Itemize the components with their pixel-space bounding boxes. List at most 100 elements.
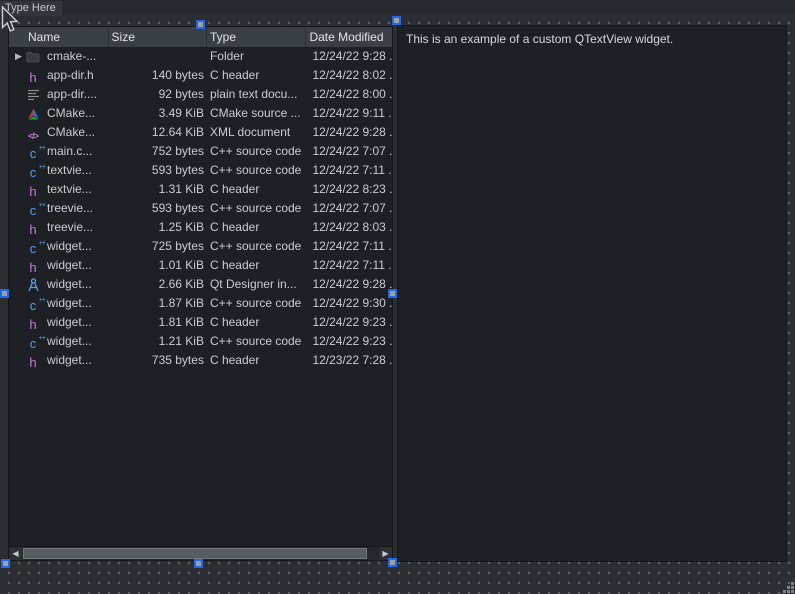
file-name-cell[interactable]: c++widget...	[9, 294, 108, 313]
file-name-cell[interactable]: happ-dir.h	[9, 66, 108, 85]
file-type-cell: C++ source code	[207, 294, 306, 313]
file-name: textvie...	[47, 161, 92, 180]
selection-handle-bottom-left[interactable]	[1, 559, 10, 568]
file-name-cell[interactable]: htreevie...	[9, 218, 108, 237]
file-type-cell: C++ source code	[207, 161, 306, 180]
table-row[interactable]: app-dir....92 bytesplain text docu...12/…	[9, 85, 392, 104]
table-row[interactable]: widget...2.66 KiBQt Designer in...12/24/…	[9, 275, 392, 294]
table-row[interactable]: happ-dir.h140 bytesC header12/24/22 8:02…	[9, 66, 392, 85]
table-row[interactable]: hwidget...1.01 KiBC header12/24/22 7:11 …	[9, 256, 392, 275]
file-date-cell: 12/24/22 7:11 .	[306, 256, 392, 275]
selection-handle-bottom-right[interactable]	[388, 558, 397, 567]
file-type-cell: Folder	[207, 47, 306, 66]
table-row[interactable]: c++treevie...593 bytesC++ source code12/…	[9, 199, 392, 218]
table-row[interactable]: htreevie...1.25 KiBC header12/24/22 8:03…	[9, 218, 392, 237]
file-name-cell[interactable]: hwidget...	[9, 256, 108, 275]
column-header-date-modified[interactable]: Date Modified	[306, 27, 392, 47]
file-size-cell: 1.21 KiB	[108, 332, 206, 351]
horizontal-scrollbar[interactable]: ◀ ▶	[9, 546, 392, 560]
xml-icon: </>	[28, 131, 38, 141]
file-type-cell: C++ source code	[207, 237, 306, 256]
folder-icon	[26, 51, 40, 63]
file-date-cell: 12/24/22 9:28 .	[306, 123, 392, 142]
column-header-name[interactable]: Name	[9, 27, 109, 47]
file-size-cell: 3.49 KiB	[108, 104, 206, 123]
table-row[interactable]: c++textvie...593 bytesC++ source code12/…	[9, 161, 392, 180]
scroll-left-button[interactable]: ◀	[9, 547, 22, 560]
file-size-cell: 735 bytes	[108, 351, 206, 370]
selection-handle-top-middle[interactable]	[196, 20, 205, 29]
c-header-icon: h	[29, 355, 36, 370]
file-name-cell[interactable]: c++textvie...	[9, 161, 108, 180]
file-name: textvie...	[47, 180, 92, 199]
file-name-cell[interactable]: c++widget...	[9, 332, 108, 351]
file-name-cell[interactable]: </>CMake...	[9, 123, 108, 142]
file-name-cell[interactable]: c++main.c...	[9, 142, 108, 161]
table-row[interactable]: h widget... 1.81 KiBC header12/24/22 9:23 …	[9, 313, 392, 332]
file-date-cell: 12/24/22 9:23 .	[306, 332, 392, 351]
file-size-cell: 2.66 KiB	[108, 275, 206, 294]
file-type-cell: C header	[207, 180, 306, 199]
file-name: app-dir.h	[47, 66, 94, 85]
file-name: app-dir....	[47, 85, 97, 104]
form-canvas[interactable]: Name Size Type Date Modified ▶ cmake-... F…	[0, 15, 795, 594]
selection-handle-right-middle[interactable]	[388, 289, 397, 298]
selection-handle-left-middle[interactable]	[0, 289, 9, 298]
file-date-cell: 12/24/22 9:23 .	[306, 313, 392, 332]
file-name: widget...	[47, 313, 92, 332]
file-name-cell[interactable]: CMake...	[9, 104, 108, 123]
file-size-cell: 752 bytes	[108, 142, 206, 161]
column-header-type[interactable]: Type	[207, 27, 306, 47]
file-name-cell[interactable]: app-dir....	[9, 85, 108, 104]
scrollbar-thumb[interactable]	[23, 548, 367, 559]
file-type-cell: C header	[207, 313, 306, 332]
file-type-cell: C++ source code	[207, 199, 306, 218]
text-view-widget[interactable]: This is an example of a custom QTextView…	[397, 25, 787, 562]
size-grip-icon[interactable]	[781, 580, 794, 593]
c-header-icon: h	[29, 184, 36, 199]
file-name: cmake-...	[47, 47, 96, 66]
file-type-cell: plain text docu...	[207, 85, 306, 104]
table-row[interactable]: htextvie...1.31 KiBC header12/24/22 8:23…	[9, 180, 392, 199]
column-header-size[interactable]: Size	[109, 27, 207, 47]
c-header-icon: h	[29, 317, 36, 332]
file-date-cell: 12/24/22 8:02 .	[306, 66, 392, 85]
table-row[interactable]: CMake...3.49 KiBCMake source ...12/24/22…	[9, 104, 392, 123]
file-size-cell: 1.81 KiB	[108, 313, 206, 332]
table-row[interactable]: ▶cmake-...Folder12/24/22 9:28 .	[9, 47, 392, 66]
file-type-cell: XML document	[207, 123, 306, 142]
file-name-cell[interactable]: h widget...	[9, 313, 108, 332]
file-name-cell[interactable]: widget...	[9, 275, 108, 294]
file-name-cell[interactable]: h textvie...	[9, 180, 108, 199]
file-date-cell: 12/24/22 8:03 .	[306, 218, 392, 237]
file-name: widget...	[47, 294, 92, 313]
file-date-cell: 12/24/22 7:07 .	[306, 199, 392, 218]
file-name: treevie...	[47, 199, 93, 218]
file-type-cell: C++ source code	[207, 142, 306, 161]
file-name-cell[interactable]: c++treevie...	[9, 199, 108, 218]
file-size-cell: 725 bytes	[108, 237, 206, 256]
file-name-cell[interactable]: hwidget...	[9, 351, 108, 370]
selection-handle-bottom-middle[interactable]	[194, 559, 203, 568]
file-date-cell: 12/24/22 8:00 .	[306, 85, 392, 104]
table-row[interactable]: </>CMake...12.64 KiBXML document12/24/22…	[9, 123, 392, 142]
file-type-cell: Qt Designer in...	[207, 275, 306, 294]
plain-text-icon	[27, 88, 40, 101]
table-row[interactable]: hwidget...735 bytesC header12/23/22 7:28…	[9, 351, 392, 370]
file-name-cell[interactable]: ▶ cmake-...	[9, 47, 108, 66]
table-row[interactable]: c++main.c...752 bytesC++ source code12/2…	[9, 142, 392, 161]
c-header-icon: h	[29, 260, 36, 275]
qt-designer-form: Type Here Name Size Type Date Modified ▶…	[0, 0, 795, 594]
file-date-cell: 12/24/22 7:11 .	[306, 161, 392, 180]
file-tree-widget[interactable]: Name Size Type Date Modified ▶ cmake-... F…	[8, 26, 393, 561]
menu-placeholder[interactable]: Type Here	[0, 1, 62, 16]
selection-handle-top-right[interactable]	[392, 16, 401, 25]
file-name-cell[interactable]: c++widget...	[9, 237, 108, 256]
qt-designer-icon	[27, 278, 40, 292]
cpp-icon: c++	[30, 336, 37, 351]
table-row[interactable]: c++widget...725 bytesC++ source code12/2…	[9, 237, 392, 256]
expand-arrow-icon[interactable]: ▶	[9, 47, 25, 66]
table-row[interactable]: c++widget...1.87 KiBC++ source code12/24…	[9, 294, 392, 313]
table-row[interactable]: c++widget...1.21 KiBC++ source code12/24…	[9, 332, 392, 351]
file-size-cell: 1.25 KiB	[108, 218, 206, 237]
